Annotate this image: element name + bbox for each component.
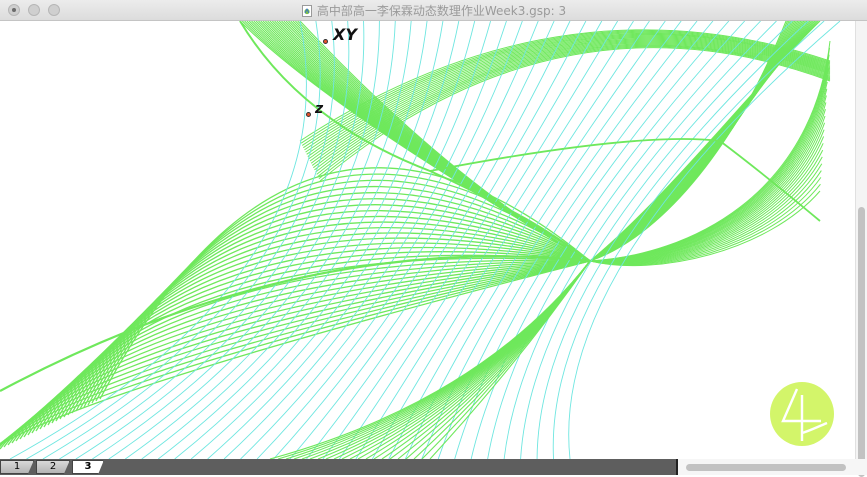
gsp-document-icon [301,4,312,17]
point-z-marker[interactable] [306,112,311,117]
vertical-scrollbar[interactable] [855,21,867,477]
sketchpad-logo-icon[interactable] [769,381,835,447]
page-tab-bar: 1 2 3 [0,459,867,475]
horizontal-scrollbar[interactable] [676,459,867,475]
point-xy-label[interactable]: XY [333,25,357,44]
window-title: 高中部高一李保霖动态数理作业Week3.gsp: 3 [316,4,567,18]
page-tab-3[interactable]: 3 [72,460,104,474]
page-tab-2[interactable]: 2 [36,460,70,474]
point-z-label[interactable]: z [315,101,323,117]
window-titlebar[interactable]: 高中部高一李保霖动态数理作业Week3.gsp: 3 [0,0,867,21]
parametric-surface [0,21,841,459]
vertical-scroll-thumb[interactable] [858,207,865,477]
point-xy-marker[interactable] [323,39,328,44]
sketch-canvas[interactable]: XY z [0,21,855,459]
page-tab-1[interactable]: 1 [0,460,34,474]
title-container: 高中部高一李保霖动态数理作业Week3.gsp: 3 [0,0,867,21]
horizontal-scroll-thumb[interactable] [686,464,846,471]
